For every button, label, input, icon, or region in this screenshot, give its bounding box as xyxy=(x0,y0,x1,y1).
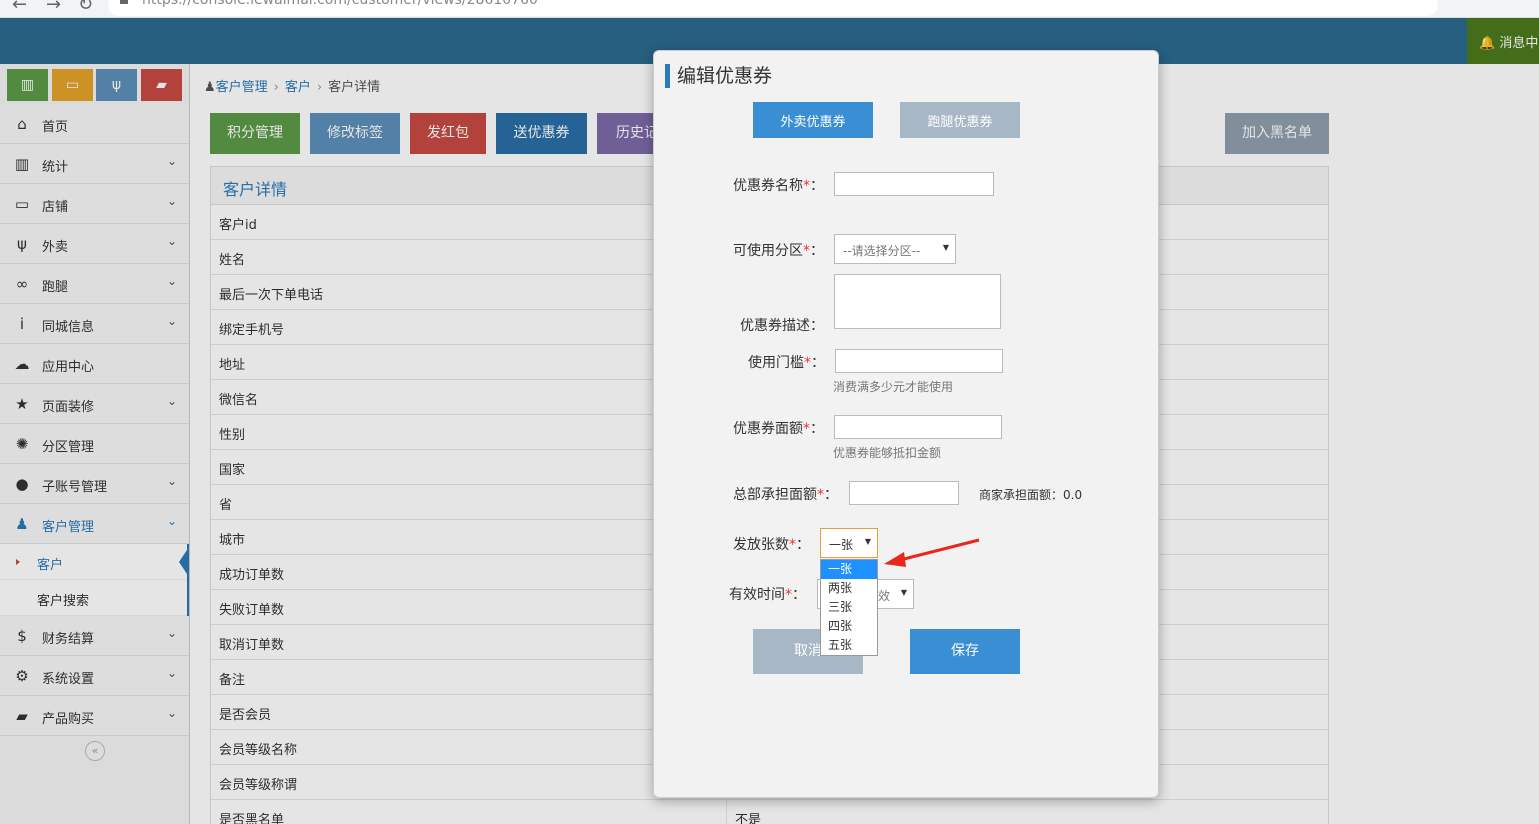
annotation-arrow-icon xyxy=(884,538,980,567)
count-option[interactable]: 四张 xyxy=(821,617,877,636)
count-select[interactable]: 一张 ▼ xyxy=(820,528,878,558)
hq-amount-input[interactable] xyxy=(849,481,959,505)
forward-icon[interactable]: → xyxy=(46,0,61,15)
count-dropdown-list: 一张 两张 三张 四张 五张 xyxy=(820,559,878,656)
address-bar[interactable]: https://console.lewaimai.com/customer/vi… xyxy=(108,0,1438,16)
hq-amount-label: 总部承担面额*： xyxy=(733,487,838,503)
coupon-name-label: 优惠券名称*： xyxy=(733,178,824,194)
zone-select[interactable]: --请选择分区-- ▼ xyxy=(834,234,956,264)
count-label: 发放张数*： xyxy=(733,537,810,553)
chevron-down-icon: ▼ xyxy=(864,537,871,546)
annotation-arrow-head xyxy=(884,552,906,567)
count-option[interactable]: 两张 xyxy=(821,579,877,598)
valid-time-label: 有效时间*： xyxy=(729,587,806,603)
modal-title: 编辑优惠券 xyxy=(665,64,772,88)
coupon-name-input[interactable] xyxy=(834,172,994,196)
tab-takeout-coupon[interactable]: 外卖优惠券 xyxy=(753,102,873,138)
amount-help: 优惠券能够抵扣金额 xyxy=(833,446,942,460)
count-option[interactable]: 五张 xyxy=(821,636,877,655)
save-button[interactable]: 保存 xyxy=(910,629,1020,674)
lock-icon xyxy=(120,0,128,4)
count-option[interactable]: 一张 xyxy=(821,560,877,579)
url-text: https://console.lewaimai.com/customer/vi… xyxy=(142,0,538,8)
merchant-amount-text: 商家承担面额：0.0 xyxy=(979,488,1083,502)
chevron-down-icon: ▼ xyxy=(900,588,907,597)
threshold-label: 使用门槛*： xyxy=(748,355,825,371)
zone-select-value: --请选择分区-- xyxy=(843,244,921,258)
edit-coupon-modal: 编辑优惠券 外卖优惠券 跑腿优惠券 优惠券名称*： 可使用分区*： --请选择分… xyxy=(653,50,1159,798)
zone-label: 可使用分区*： xyxy=(733,243,824,259)
threshold-help: 消费满多少元才能使用 xyxy=(833,380,954,394)
reload-icon[interactable]: ↻ xyxy=(78,0,93,15)
annotation-arrow-shaft xyxy=(895,538,980,563)
tab-errand-coupon[interactable]: 跑腿优惠券 xyxy=(900,102,1020,138)
amount-label: 优惠券面额*： xyxy=(733,421,824,437)
coupon-description-textarea[interactable] xyxy=(834,274,1001,329)
back-icon[interactable]: ← xyxy=(12,0,27,15)
count-select-value: 一张 xyxy=(829,538,854,552)
description-label: 优惠券描述： xyxy=(740,318,824,334)
count-option[interactable]: 三张 xyxy=(821,598,877,617)
valid-time-select-value: 效 xyxy=(878,589,891,603)
browser-toolbar: ← → ↻ https://console.lewaimai.com/custo… xyxy=(0,0,1539,18)
chevron-down-icon: ▼ xyxy=(942,243,949,252)
amount-input[interactable] xyxy=(834,415,1002,439)
threshold-input[interactable] xyxy=(835,349,1003,373)
